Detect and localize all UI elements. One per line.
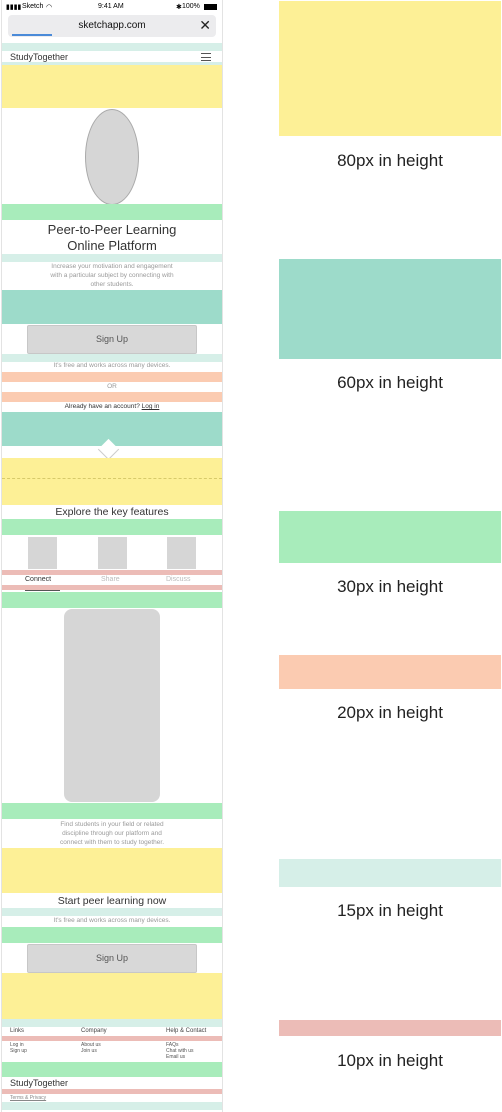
status-bar: ▮▮▮▮ Sketch ◠ 9:41 AM ✱ 100% — [2, 3, 222, 13]
hero-description-line2: with a particular subject by connecting … — [50, 272, 174, 279]
spacer-30 — [2, 1062, 222, 1077]
feature-icon-placeholder[interactable] — [28, 537, 57, 569]
features-title: Explore the key features — [55, 506, 169, 518]
footer-link[interactable]: Join us — [81, 1048, 97, 1054]
fold-line — [2, 478, 222, 479]
signup-button[interactable]: Sign Up — [27, 325, 197, 354]
spacer-30 — [2, 204, 222, 220]
hero-title-line1: Peer-to-Peer Learning — [47, 222, 177, 237]
spacer-10 — [2, 570, 222, 575]
spacer-15 — [2, 254, 222, 262]
hamburger-icon[interactable] — [201, 53, 211, 61]
tab-share[interactable]: Share — [101, 576, 120, 583]
close-icon[interactable]: ✕ — [199, 17, 211, 33]
spacer-15 — [2, 354, 222, 362]
legend-swatch-30 — [279, 511, 501, 563]
or-divider: OR — [107, 383, 117, 390]
legend-label-15: 15px in height — [337, 901, 443, 920]
tab-connect[interactable]: Connect — [25, 576, 51, 583]
feature-icon-placeholder[interactable] — [98, 537, 127, 569]
spacer-80 — [2, 458, 222, 505]
spacer-10 — [2, 1036, 222, 1041]
footer-brand[interactable]: StudyTogether — [10, 1078, 68, 1088]
free-note: It's free and works across many devices. — [53, 362, 171, 369]
spacer-15 — [2, 43, 222, 51]
terms-link[interactable]: Terms & Privacy — [10, 1095, 46, 1101]
cta-title: Start peer learning now — [57, 895, 167, 907]
spacer-15 — [2, 1019, 222, 1027]
spacer-10 — [2, 585, 222, 590]
phone-mockup: ▮▮▮▮ Sketch ◠ 9:41 AM ✱ 100% sketchapp.c… — [2, 0, 222, 1112]
spacer-80 — [2, 973, 222, 1019]
spacer-15 — [2, 1102, 222, 1110]
feature-icon-placeholder[interactable] — [167, 537, 196, 569]
battery-percent: 100% — [182, 3, 200, 10]
hero-title-line2: Online Platform — [67, 238, 157, 253]
login-prompt: Already have an account? Log in — [2, 403, 222, 410]
spacer-80 — [2, 65, 222, 108]
feature-description-line2: discipline through our platform and — [62, 830, 162, 837]
address-bar[interactable]: sketchapp.com ✕ — [8, 15, 216, 37]
legend-label-80: 80px in height — [337, 151, 443, 170]
bluetooth-icon: ✱ — [176, 4, 182, 11]
footer-link[interactable]: Email us — [166, 1054, 185, 1060]
cta-signup-button[interactable]: Sign Up — [27, 944, 197, 973]
spacer-30 — [2, 519, 222, 535]
feature-screenshot-placeholder — [64, 609, 160, 802]
signal-icon: ▮▮▮▮ — [6, 4, 22, 11]
spacer-60 — [2, 290, 222, 324]
page-load-progress — [12, 34, 52, 36]
spacer-10 — [2, 1089, 222, 1094]
header-brand[interactable]: StudyTogether — [10, 52, 68, 62]
spacer-15 — [2, 908, 222, 916]
legend-label-30: 30px in height — [337, 577, 443, 596]
footer-heading-help: Help & Contact — [166, 1028, 207, 1034]
spacer-30 — [2, 803, 222, 819]
account-prompt: Already have an account? — [64, 403, 140, 410]
legend-label-60: 60px in height — [337, 373, 443, 392]
feature-description-line1: Find students in your field or related — [60, 821, 164, 828]
login-link[interactable]: Log in — [142, 403, 160, 410]
footer-link[interactable]: Sign up — [10, 1048, 27, 1054]
tab-discuss[interactable]: Discuss — [166, 576, 191, 583]
status-time: 9:41 AM — [98, 3, 124, 10]
spacer-30 — [2, 592, 222, 608]
legend-swatch-10 — [279, 1020, 501, 1036]
legend-swatch-20 — [279, 655, 501, 689]
hero-description-line1: Increase your motivation and engagement — [51, 263, 173, 270]
wifi-icon: ◠ — [46, 4, 53, 11]
legend-swatch-60 — [279, 259, 501, 359]
spacer-30 — [2, 927, 222, 943]
cta-free-note: It's free and works across many devices. — [53, 917, 171, 924]
battery-icon — [204, 4, 217, 10]
carrier-label: Sketch — [22, 3, 44, 10]
footer-heading-company: Company — [81, 1028, 107, 1034]
legend-swatch-80 — [279, 1, 501, 136]
url-text[interactable]: sketchapp.com — [8, 20, 216, 31]
feature-description-line3: connect with them to study together. — [59, 839, 165, 846]
spacer-20 — [2, 372, 222, 382]
hero-image-placeholder — [85, 109, 139, 205]
spacer-60 — [2, 412, 222, 446]
spacer-80 — [2, 848, 222, 893]
legend-swatch-15 — [279, 859, 501, 887]
active-tab-indicator — [25, 590, 60, 591]
footer-heading-links: Links — [10, 1028, 25, 1034]
spacer-20 — [2, 392, 222, 402]
legend-label-20: 20px in height — [337, 703, 443, 722]
legend-label-10: 10px in height — [337, 1051, 443, 1070]
hero-description-line3: other students. — [90, 281, 134, 288]
